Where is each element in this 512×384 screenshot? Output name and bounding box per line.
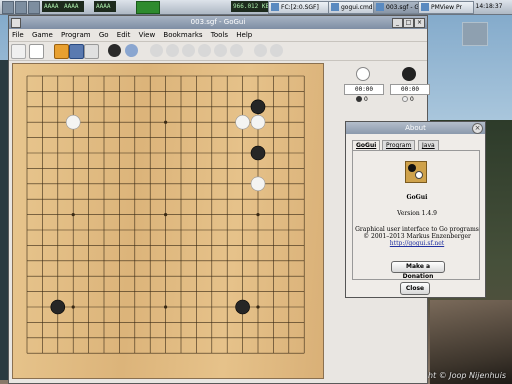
app-icon [421,3,429,11]
black-captures: 0 [402,96,414,104]
taskbar-task[interactable]: PMView Pr [418,1,474,14]
new-file-icon[interactable] [29,44,44,59]
star-point [71,305,75,309]
desktop-icon[interactable] [462,22,488,46]
launcher-icon[interactable] [15,1,27,14]
app-copyright: © 2001–2013 Markus Enzenberger [363,233,471,240]
black-stone [250,145,266,161]
beginning-icon[interactable] [150,44,163,57]
maximize-button[interactable]: □ [403,18,414,28]
white-player-stone-icon [356,67,370,81]
black-player-stone-icon [402,67,416,81]
menu-file[interactable]: File [12,31,24,39]
black-stone [250,99,266,115]
network-meter: 966.012 KB [231,1,269,12]
save-icon[interactable] [69,44,84,59]
window-title: 003.sgf - GoGui [190,18,246,26]
start-menu-icon[interactable] [2,1,14,14]
black-clock: 00:00 [390,84,430,95]
cpu-graph-widget [136,1,160,14]
app-icon [376,3,384,11]
app-version: Version 1.4.9 [397,210,437,217]
new-game-icon[interactable] [11,44,26,59]
star-point [164,305,168,309]
taskbar: AAAA AAAA AAAA 966.012 KB FC:[2:0.SGF] g… [0,0,512,15]
star-point [164,213,168,217]
taskbar-clock[interactable]: 14:18:37 [472,1,506,12]
close-icon[interactable]: × [472,123,483,134]
black-stone [235,299,250,315]
system-monitor-widget: AAAA [42,1,64,12]
launcher-icon[interactable] [28,1,40,14]
website-link[interactable]: http://gogui.sf.net [390,240,444,247]
gogui-logo-icon [405,161,427,183]
taskbar-task[interactable]: FC:[2:0.SGF] [268,1,332,14]
previous-variation-icon[interactable] [254,44,267,57]
tab-java[interactable]: Java [418,140,439,150]
dialog-title: About [405,124,426,132]
next-variation-icon[interactable] [270,44,283,57]
open-folder-icon[interactable] [54,44,69,59]
menu-game[interactable]: Game [32,31,53,39]
star-point [256,213,260,217]
star-point [256,305,260,309]
forward-icon[interactable] [198,44,211,57]
donate-button[interactable]: Make a Donation [391,261,445,280]
about-dialog: About × GoGui Program Java GoGui Version… [345,121,486,298]
play-computer-icon[interactable] [108,44,121,57]
save-as-icon[interactable] [84,44,99,59]
dialog-titlebar[interactable]: About × [346,122,485,134]
toolbar [9,41,427,61]
menu-go[interactable]: Go [99,31,109,39]
window-menu-icon[interactable] [11,18,21,28]
forward-ten-icon[interactable] [214,44,227,57]
menubar: File Game Program Go Edit View Bookmarks… [9,29,427,41]
white-captures: 0 [356,96,368,104]
menu-help[interactable]: Help [236,31,252,39]
white-stone [65,114,81,130]
captured-stone-icon [402,96,408,102]
tab-program[interactable]: Program [382,140,416,150]
about-panel: GoGui Version 1.4.9 Graphical user inter… [352,150,480,280]
system-monitor-widget: AAAA [62,1,84,12]
end-icon[interactable] [230,44,243,57]
minimize-button[interactable]: _ [392,18,403,28]
black-stone [50,299,66,315]
menu-tools[interactable]: Tools [211,31,228,39]
white-stone [235,114,250,130]
app-description: Graphical user interface to Go programs [355,226,479,233]
star-point [71,213,75,217]
white-clock: 00:00 [344,84,384,95]
back-ten-icon[interactable] [166,44,179,57]
star-point [164,120,168,124]
back-icon[interactable] [182,44,195,57]
close-button[interactable]: × [414,18,425,28]
window-titlebar[interactable]: 003.sgf - GoGui _ □ × [9,16,427,29]
white-stone [250,114,266,130]
dialog-close-button[interactable]: Close [400,282,430,295]
app-icon [331,3,339,11]
interrupt-icon[interactable] [125,44,138,57]
menu-view[interactable]: View [139,31,156,39]
system-monitor-widget: AAAA [94,1,116,12]
menu-edit[interactable]: Edit [117,31,131,39]
menu-bookmarks[interactable]: Bookmarks [163,31,202,39]
go-board[interactable] [12,63,324,379]
app-name: GoGui [406,194,428,201]
captured-stone-icon [356,96,362,102]
white-stone [250,176,266,192]
app-icon [271,3,279,11]
menu-program[interactable]: Program [61,31,91,39]
board-grid[interactable] [13,64,323,378]
